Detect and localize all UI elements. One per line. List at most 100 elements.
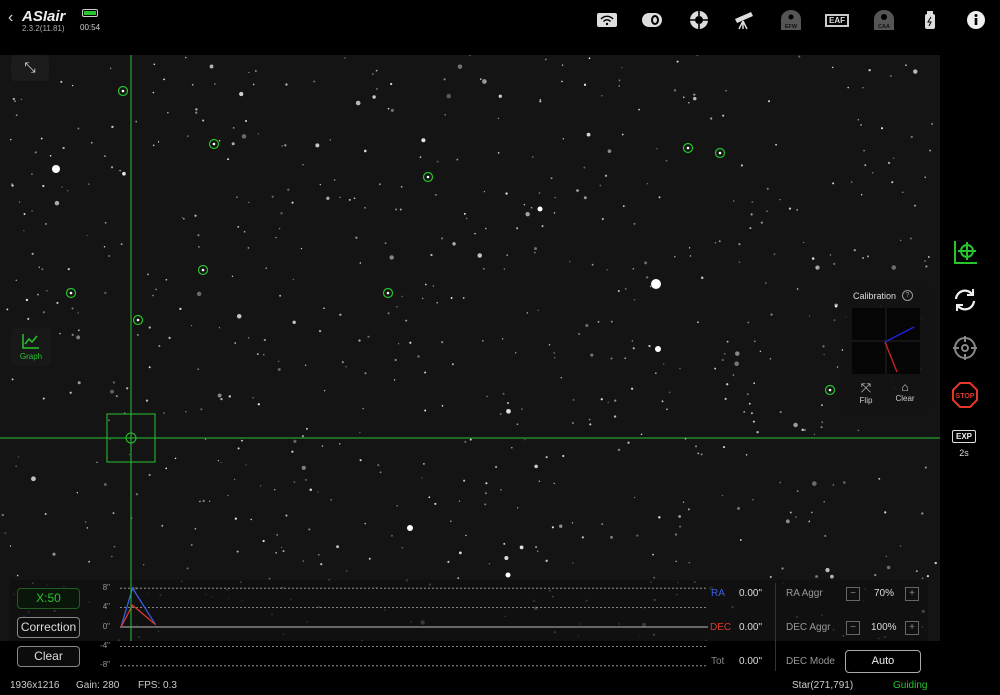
usb-power-icon[interactable]	[919, 10, 941, 30]
star	[561, 64, 564, 66]
star	[115, 395, 118, 398]
star	[462, 296, 465, 299]
star	[355, 236, 358, 239]
star	[661, 400, 664, 403]
dec-mode-select[interactable]: Auto	[845, 650, 921, 673]
star	[9, 138, 12, 141]
star	[292, 320, 296, 325]
star	[832, 182, 835, 185]
guide-scope-icon[interactable]	[688, 10, 710, 30]
help-icon[interactable]: ?	[902, 290, 913, 301]
star	[811, 257, 815, 260]
star	[202, 119, 205, 122]
star	[553, 352, 555, 354]
star	[209, 500, 211, 502]
star	[69, 391, 72, 394]
star	[750, 213, 753, 216]
calibration-title: Calibration	[853, 291, 897, 301]
star	[530, 206, 533, 209]
star	[926, 575, 930, 578]
star	[245, 464, 247, 466]
star	[15, 114, 18, 117]
star	[109, 67, 112, 70]
guide-camera-image[interactable]	[0, 55, 940, 641]
star	[434, 502, 437, 505]
collapse-icon[interactable]: ⤡	[11, 55, 49, 81]
fps-text: FPS: 0.3	[138, 680, 177, 691]
star	[697, 321, 699, 324]
stop-button[interactable]: STOP	[950, 380, 980, 410]
star	[372, 95, 376, 99]
star	[692, 96, 697, 101]
ra-aggr-increase[interactable]: +	[905, 587, 919, 601]
dec-aggr-decrease[interactable]: −	[846, 621, 860, 635]
star	[674, 533, 678, 536]
caa-icon[interactable]: CAA	[873, 10, 895, 30]
star	[359, 262, 362, 264]
ra-aggr-label: RA Aggr	[786, 588, 823, 599]
star	[458, 551, 462, 555]
ra-aggr-decrease[interactable]: −	[846, 587, 860, 601]
star	[278, 227, 281, 230]
star	[44, 512, 47, 516]
dec-aggr-increase[interactable]: +	[905, 621, 919, 635]
guide-target-icon[interactable]	[950, 237, 980, 267]
crosshair-icon[interactable]	[950, 333, 980, 363]
star	[878, 477, 881, 480]
star	[868, 68, 871, 72]
star	[924, 260, 927, 262]
calibration-clear-button[interactable]: ⌂ Clear	[887, 380, 923, 403]
star	[688, 247, 691, 249]
efw-icon[interactable]: EFW	[780, 10, 802, 30]
star	[618, 85, 620, 87]
star	[452, 242, 456, 246]
star	[396, 306, 398, 308]
star	[227, 158, 230, 161]
star	[474, 232, 476, 235]
eaf-icon[interactable]: EAF	[825, 10, 849, 30]
telescope-icon[interactable]	[733, 10, 755, 30]
star	[372, 73, 374, 75]
star	[148, 473, 151, 476]
star	[77, 329, 80, 332]
flip-button[interactable]: ⤧ Flip	[848, 380, 884, 405]
star	[108, 419, 110, 421]
star	[760, 221, 763, 224]
star	[847, 86, 850, 89]
star	[581, 536, 584, 539]
exposure-button[interactable]: EXP 2s	[952, 430, 976, 458]
star	[725, 89, 727, 92]
star	[506, 401, 510, 405]
star	[534, 247, 537, 250]
star	[45, 223, 47, 225]
star	[390, 534, 393, 537]
star	[810, 511, 813, 514]
star	[174, 457, 177, 460]
star	[808, 520, 811, 522]
star	[909, 237, 912, 240]
star	[559, 524, 563, 528]
star	[902, 191, 904, 194]
star	[237, 225, 240, 228]
star	[823, 501, 825, 503]
graph-button[interactable]: Graph	[11, 328, 51, 366]
star	[779, 481, 782, 484]
star	[236, 314, 242, 319]
star	[822, 345, 825, 348]
star	[86, 234, 88, 237]
star	[276, 534, 279, 536]
star	[700, 276, 704, 280]
star	[401, 547, 403, 549]
back-icon[interactable]: ‹	[8, 9, 13, 27]
star	[646, 182, 649, 185]
star	[121, 89, 125, 93]
star	[586, 132, 591, 137]
info-icon[interactable]	[965, 10, 987, 30]
loop-icon[interactable]	[950, 285, 980, 315]
star	[798, 55, 801, 58]
star	[769, 357, 772, 360]
star	[168, 336, 171, 340]
filter-wheel-icon[interactable]	[641, 10, 663, 30]
star	[732, 200, 735, 202]
wifi-icon[interactable]	[596, 10, 618, 30]
